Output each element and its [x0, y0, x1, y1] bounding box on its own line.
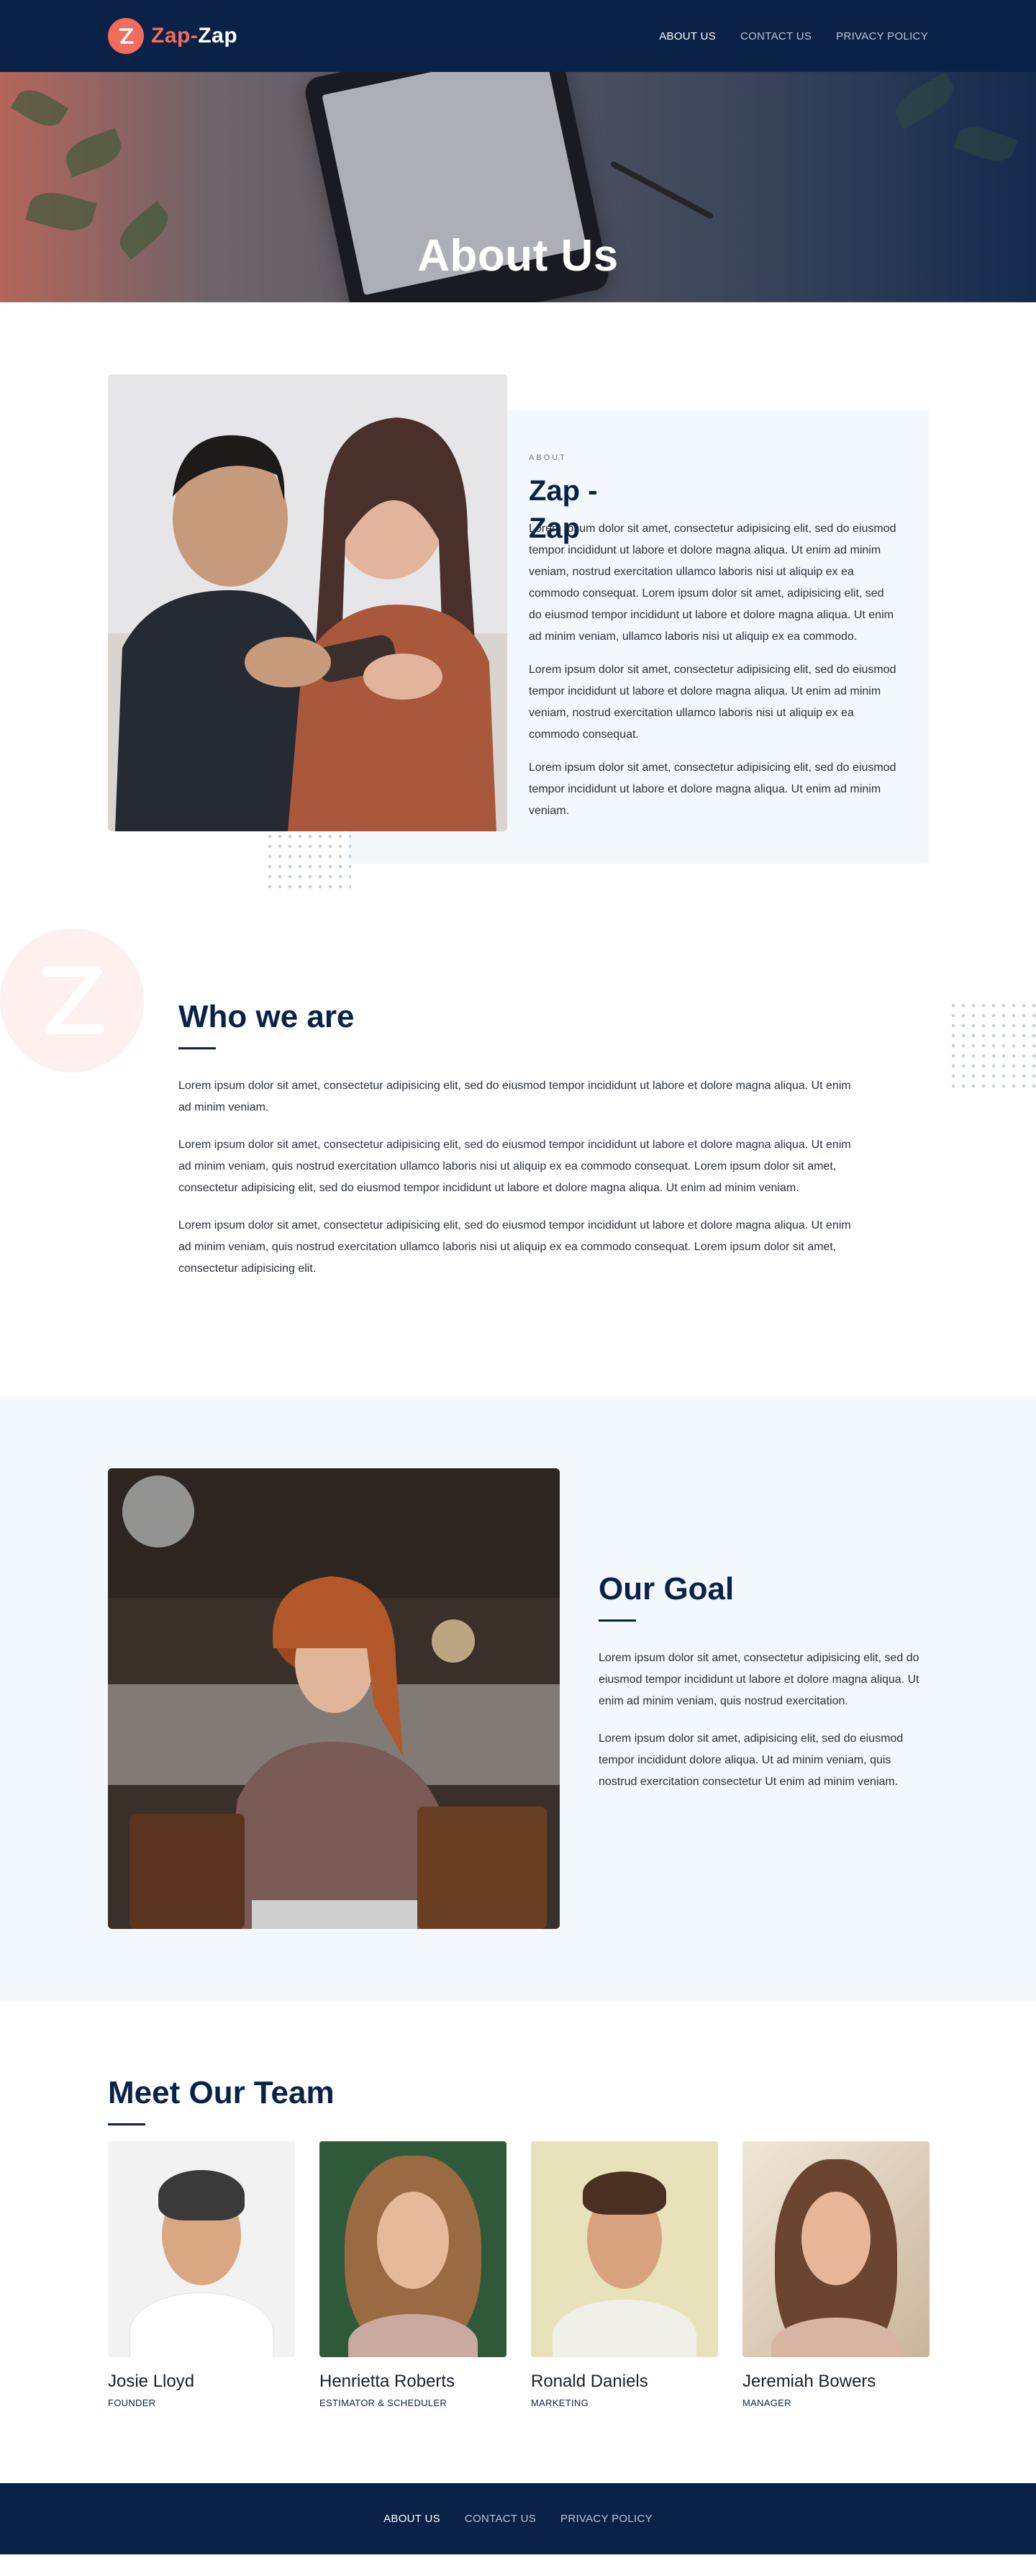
dot-pattern — [948, 1000, 1036, 1090]
nav-privacy-policy[interactable]: PRIVACY POLICY — [836, 30, 928, 42]
who-we-are-section: Who we are Lorem ipsum dolor sit amet, c… — [0, 928, 1036, 1396]
team-grid: Josie Lloyd FOUNDER Henrietta Roberts ES… — [108, 2141, 930, 2408]
team-member-card: Henrietta Roberts ESTIMATOR & SCHEDULER — [319, 2141, 506, 2408]
about-paragraph: Lorem ipsum dolor sit amet, consectetur … — [529, 761, 896, 817]
team-member-card: Ronald Daniels MARKETING — [531, 2141, 718, 2408]
dot-pattern — [265, 831, 351, 889]
team-member-card: Josie Lloyd FOUNDER — [108, 2141, 295, 2408]
site-footer: ABOUT US CONTACT US PRIVACY POLICY — [0, 2483, 1036, 2554]
about-paragraph: Lorem ipsum dolor sit amet, consectetur … — [529, 664, 896, 741]
member-role: FOUNDER — [108, 2398, 156, 2408]
footer-link-contact-us[interactable]: CONTACT US — [465, 2513, 536, 2525]
logo-wordmark: Zap-Zap — [151, 24, 238, 48]
section-title: Meet Our Team — [108, 2075, 335, 2110]
logo-link[interactable]: Zap-Zap — [108, 18, 237, 54]
member-photo — [742, 2141, 930, 2357]
team-section: Meet Our Team Josie Lloyd FOUNDER Henrie… — [0, 2001, 1036, 2483]
title-underline — [108, 2123, 145, 2125]
footer-link-privacy-policy[interactable]: PRIVACY POLICY — [560, 2513, 653, 2525]
footer-nav: ABOUT US CONTACT US PRIVACY POLICY — [383, 2513, 653, 2525]
z-watermark-icon — [0, 928, 144, 1072]
team-member-card: Jeremiah Bowers MANAGER — [742, 2141, 930, 2408]
nav-contact-us[interactable]: CONTACT US — [740, 30, 812, 42]
who-paragraph: Lorem ipsum dolor sit amet, consectetur … — [178, 1139, 851, 1194]
hero-banner: About Us — [0, 72, 1036, 302]
about-photo — [108, 374, 507, 831]
section-title: Who we are — [178, 999, 355, 1034]
section-title: Our Goal — [599, 1571, 735, 1606]
goal-paragraph: Lorem ipsum dolor sit amet, adipisicing … — [599, 1732, 904, 1788]
member-role: ESTIMATOR & SCHEDULER — [319, 2398, 447, 2408]
footer-link-about-us[interactable]: ABOUT US — [383, 2513, 440, 2525]
about-section: ABOUT Zap - Zap Lorem ipsum dolor sit am… — [0, 302, 1036, 928]
member-name: Jeremiah Bowers — [742, 2372, 876, 2391]
member-name: Ronald Daniels — [531, 2372, 648, 2391]
goal-photo — [108, 1468, 560, 1929]
z-logo-icon — [108, 18, 144, 54]
member-role: MANAGER — [742, 2398, 791, 2408]
nav-about-us[interactable]: ABOUT US — [659, 30, 716, 42]
page-title: About Us — [417, 231, 619, 281]
about-paragraph: Lorem ipsum dolor sit amet, consectetur … — [529, 523, 896, 643]
member-photo — [108, 2141, 295, 2357]
member-name: Henrietta Roberts — [319, 2372, 455, 2391]
site-header: Zap-Zap ABOUT US CONTACT US PRIVACY POLI… — [0, 0, 1036, 72]
member-photo — [531, 2141, 718, 2357]
member-photo — [319, 2141, 506, 2357]
title-underline — [178, 1047, 216, 1049]
who-paragraph: Lorem ipsum dolor sit amet, consectetur … — [178, 1080, 851, 1113]
title-underline — [599, 1619, 636, 1622]
member-role: MARKETING — [531, 2398, 589, 2408]
member-name: Josie Lloyd — [108, 2372, 195, 2391]
section-eyebrow: ABOUT — [529, 453, 567, 462]
who-paragraph: Lorem ipsum dolor sit amet, consectetur … — [178, 1219, 851, 1275]
our-goal-section: Our Goal Lorem ipsum dolor sit amet, con… — [0, 1396, 1036, 2001]
goal-paragraph: Lorem ipsum dolor sit amet, consectetur … — [599, 1652, 919, 1707]
main-nav: ABOUT US CONTACT US PRIVACY POLICY — [659, 30, 928, 42]
